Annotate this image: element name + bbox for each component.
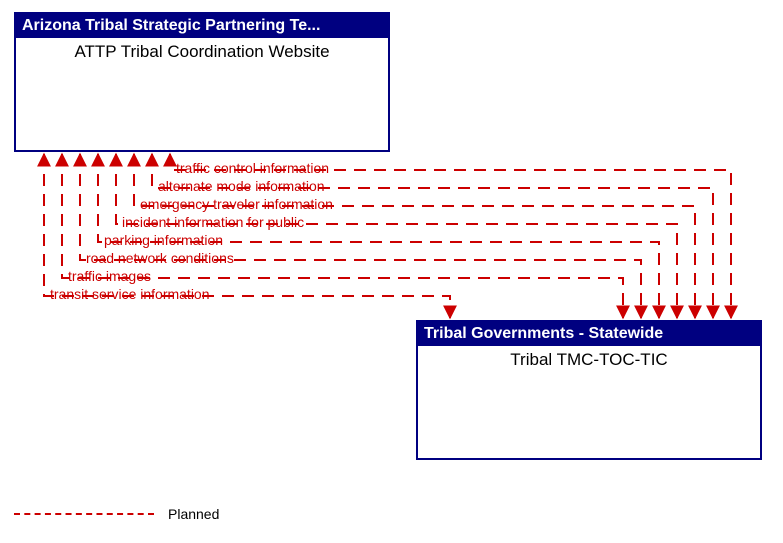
flow-label: road network conditions [86, 250, 234, 266]
node-attp-title: ATTP Tribal Coordination Website [16, 38, 388, 62]
node-tmc-title: Tribal TMC-TOC-TIC [418, 346, 760, 370]
node-tmc-owner: Tribal Governments - Statewide [418, 322, 760, 346]
node-attp[interactable]: Arizona Tribal Strategic Partnering Te..… [14, 12, 390, 152]
flow-label: traffic images [68, 268, 151, 284]
flow-label: transit service information [50, 286, 210, 302]
legend-label-planned: Planned [168, 506, 219, 522]
flow-label: parking information [104, 232, 223, 248]
node-attp-owner: Arizona Tribal Strategic Partnering Te..… [16, 14, 388, 38]
node-tmc[interactable]: Tribal Governments - Statewide Tribal TM… [416, 320, 762, 460]
legend-swatch-planned [14, 513, 154, 515]
flow-label: emergency traveler information [140, 196, 333, 212]
flow-label: incident information for public [122, 214, 304, 230]
flow-label: alternate mode information [158, 178, 325, 194]
flow-label: traffic control information [176, 160, 329, 176]
legend: Planned [14, 506, 219, 522]
